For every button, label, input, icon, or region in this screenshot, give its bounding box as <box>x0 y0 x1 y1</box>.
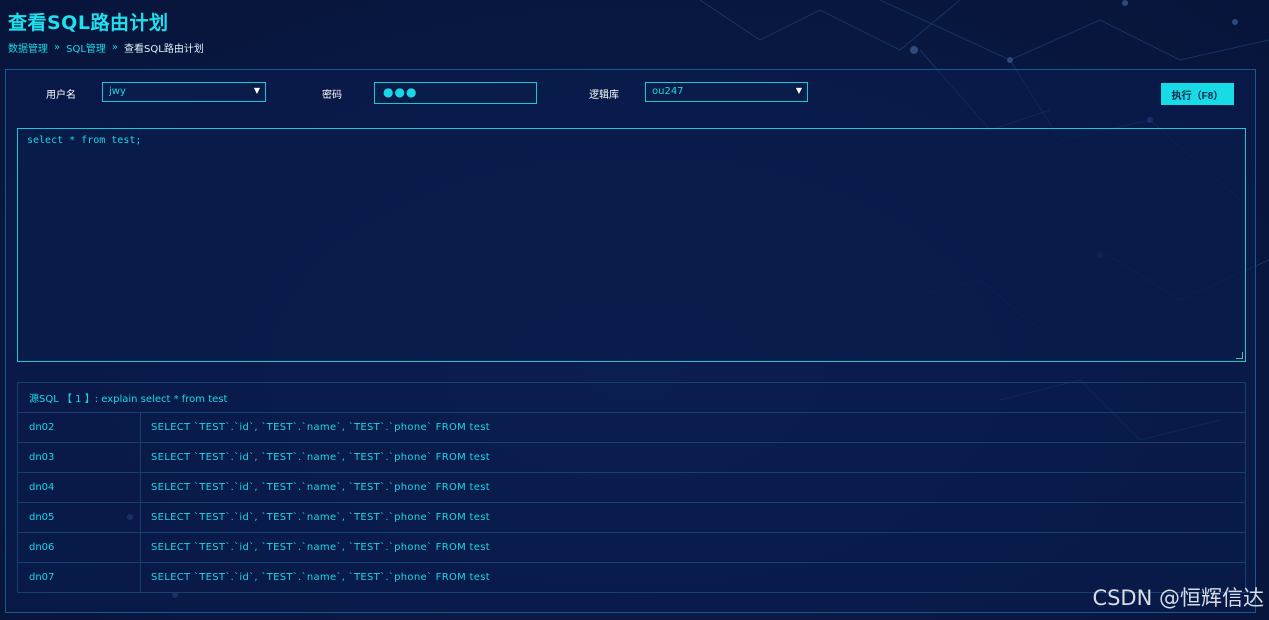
sql-cell: SELECT `TEST`.`id`, `TEST`.`name`, `TEST… <box>151 422 490 433</box>
table-row: dn06 SELECT `TEST`.`id`, `TEST`.`name`, … <box>18 533 1245 563</box>
logic-db-select[interactable]: ou247 ▼ <box>645 82 808 102</box>
table-row: dn07 SELECT `TEST`.`id`, `TEST`.`name`, … <box>18 563 1245 592</box>
caret-down-icon: ▼ <box>795 86 802 95</box>
sql-cell: SELECT `TEST`.`id`, `TEST`.`name`, `TEST… <box>151 572 490 583</box>
logic-db-value: ou247 <box>652 86 684 97</box>
breadcrumb-item-current: 查看SQL路由计划 <box>124 44 204 55</box>
table-row: dn03 SELECT `TEST`.`id`, `TEST`.`name`, … <box>18 443 1245 473</box>
page-title: 查看SQL路由计划 <box>8 12 169 34</box>
node-cell: dn05 <box>18 503 141 532</box>
table-row: dn02 SELECT `TEST`.`id`, `TEST`.`name`, … <box>18 413 1245 443</box>
breadcrumb: 数据管理 » SQL管理 » 查看SQL路由计划 <box>8 40 204 55</box>
password-label: 密码 <box>322 90 342 101</box>
sql-cell: SELECT `TEST`.`id`, `TEST`.`name`, `TEST… <box>151 482 490 493</box>
main-panel: 用户名 jwy ▼ 密码 ●●● 逻辑库 ou247 ▼ 执行（F8） sele… <box>5 69 1256 613</box>
password-input[interactable]: ●●● <box>374 82 537 104</box>
resize-handle-icon[interactable] <box>1236 352 1243 359</box>
table-row: dn05 SELECT `TEST`.`id`, `TEST`.`name`, … <box>18 503 1245 533</box>
node-cell: dn02 <box>18 413 141 442</box>
username-label: 用户名 <box>46 90 76 101</box>
double-chevron-right-icon: » <box>54 42 61 53</box>
username-value: jwy <box>109 86 126 97</box>
watermark: CSDN @恒辉信达 <box>1092 586 1264 610</box>
source-sql-header: 源SQL 【 1 】: explain select * from test <box>18 383 1245 413</box>
sql-editor[interactable]: select * from test; <box>17 128 1246 362</box>
table-row: dn04 SELECT `TEST`.`id`, `TEST`.`name`, … <box>18 473 1245 503</box>
node-cell: dn03 <box>18 443 141 472</box>
breadcrumb-item-data-management[interactable]: 数据管理 <box>8 40 48 55</box>
query-form: 用户名 jwy ▼ 密码 ●●● 逻辑库 ou247 ▼ 执行（F8） <box>6 82 1255 105</box>
node-cell: dn07 <box>18 563 141 592</box>
sql-cell: SELECT `TEST`.`id`, `TEST`.`name`, `TEST… <box>151 452 490 463</box>
sql-cell: SELECT `TEST`.`id`, `TEST`.`name`, `TEST… <box>151 512 490 523</box>
username-select[interactable]: jwy ▼ <box>102 82 266 102</box>
breadcrumb-item-sql-management[interactable]: SQL管理 <box>66 40 106 55</box>
node-cell: dn04 <box>18 473 141 502</box>
caret-down-icon: ▼ <box>253 86 260 95</box>
sql-editor-text: select * from test; <box>27 135 142 146</box>
double-chevron-right-icon: » <box>111 42 119 53</box>
node-cell: dn06 <box>18 533 141 562</box>
route-plan-table: 源SQL 【 1 】: explain select * from test d… <box>17 382 1246 593</box>
logic-db-label: 逻辑库 <box>589 90 619 101</box>
sql-cell: SELECT `TEST`.`id`, `TEST`.`name`, `TEST… <box>151 542 490 553</box>
execute-button[interactable]: 执行（F8） <box>1161 83 1234 105</box>
